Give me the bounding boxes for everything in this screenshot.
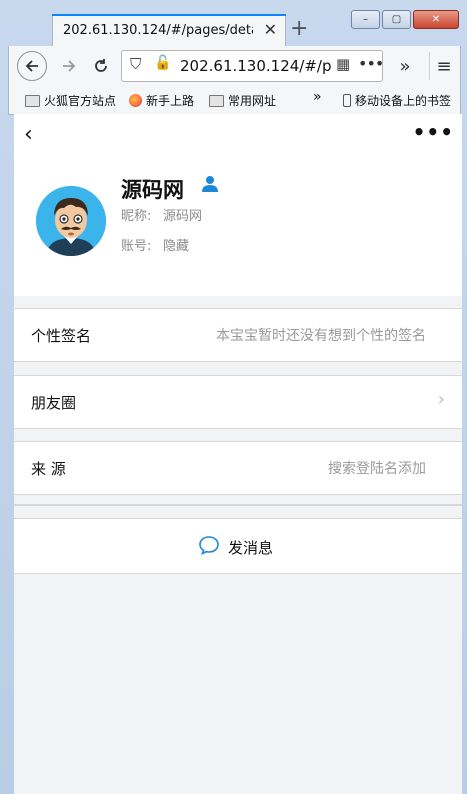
account-label: 账号: <box>121 239 152 254</box>
page-content: ‹ ••• 源码网 昵称: 源码网 账号: 隐藏 个性签名 本宝宝暂时还没有想到… <box>14 114 462 794</box>
tab-title: 202.61.130.124/#/pages/details/ <box>63 23 253 38</box>
hamburger-icon: ≡ <box>436 55 452 77</box>
tab-close-icon[interactable]: ✕ <box>264 20 277 39</box>
bookmark-item[interactable]: 新手上路 <box>129 92 194 109</box>
phone-icon <box>343 94 351 107</box>
mobile-bookmarks[interactable]: 移动设备上的书签 <box>343 92 451 109</box>
navigation-toolbar: ⛉ 🔓 202.61.130.124/#/pages/details ▦ •••… <box>8 46 461 86</box>
signature-label: 个性签名 <box>31 327 92 345</box>
window-controls: – ▢ ✕ <box>351 10 459 29</box>
nickname-value: 源码网 <box>163 209 203 224</box>
bookmark-item[interactable]: 常用网址 <box>209 92 276 109</box>
shield-icon[interactable]: ⛉ <box>130 55 141 73</box>
signature-row[interactable]: 个性签名 本宝宝暂时还没有想到个性的签名 <box>14 308 462 362</box>
url-text[interactable]: 202.61.130.124/#/pages/details <box>180 57 332 75</box>
divider <box>14 504 462 506</box>
qr-code-icon[interactable]: ▦ <box>336 55 350 73</box>
forward-button[interactable] <box>55 52 83 80</box>
nickname-label: 昵称: <box>121 209 152 224</box>
avatar[interactable] <box>36 186 106 256</box>
folder-icon <box>209 94 224 107</box>
source-value: 搜索登陆名添加 <box>328 461 426 477</box>
reload-icon <box>95 59 107 72</box>
user-icon <box>200 174 220 198</box>
back-arrow-icon <box>25 60 38 72</box>
maximize-button[interactable]: ▢ <box>382 10 411 29</box>
reload-button[interactable] <box>87 52 115 80</box>
new-tab-button[interactable]: + <box>290 16 308 41</box>
bookmark-label: 常用网址 <box>228 94 277 108</box>
firefox-icon <box>129 94 142 107</box>
bookmark-label: 移动设备上的书签 <box>355 94 452 108</box>
chat-bubble-icon <box>198 535 220 559</box>
bookmark-item[interactable]: 火狐官方站点 <box>25 92 116 109</box>
overflow-icon: » <box>399 55 411 77</box>
signature-value: 本宝宝暂时还没有想到个性的签名 <box>216 328 426 344</box>
avatar-illustration <box>36 186 106 256</box>
back-icon[interactable]: ‹ <box>24 122 33 147</box>
bookmarks-toolbar: 火狐官方站点 新手上路 常用网址 » 移动设备上的书签 <box>8 86 461 115</box>
browser-window: – ▢ ✕ 202.61.130.124/#/pages/details/ ✕ … <box>0 0 467 794</box>
bookmark-label: 火狐官方站点 <box>44 94 117 108</box>
bookmark-label: 新手上路 <box>146 94 195 108</box>
send-message-label: 发消息 <box>228 538 274 557</box>
page-actions-icon[interactable]: ••• <box>358 54 384 73</box>
chevron-right-icon: › <box>437 389 445 410</box>
send-message-button[interactable]: 发消息 <box>14 518 462 574</box>
account-value: 隐藏 <box>163 239 190 254</box>
bookmarks-overflow-button[interactable]: » <box>313 89 322 105</box>
source-row: 来 源 搜索登陆名添加 <box>14 441 462 495</box>
browser-tab[interactable]: 202.61.130.124/#/pages/details/ ✕ <box>52 14 286 47</box>
moments-label: 朋友圈 <box>31 394 77 412</box>
overflow-button[interactable]: » <box>391 52 419 80</box>
menu-button[interactable]: ≡ <box>429 52 458 80</box>
profile-name: 源码网 <box>121 178 184 202</box>
close-window-button[interactable]: ✕ <box>413 10 459 29</box>
back-button[interactable] <box>17 51 47 81</box>
tab-strip: 202.61.130.124/#/pages/details/ ✕ + <box>8 10 358 47</box>
forward-arrow-icon <box>63 60 76 72</box>
profile-header: ‹ ••• 源码网 昵称: 源码网 账号: 隐藏 <box>14 114 462 296</box>
more-options-icon[interactable]: ••• <box>413 120 454 144</box>
insecure-lock-icon[interactable]: 🔓 <box>154 55 171 71</box>
address-bar[interactable]: ⛉ 🔓 202.61.130.124/#/pages/details ▦ ••• <box>121 50 384 82</box>
moments-row[interactable]: 朋友圈 › <box>14 375 462 429</box>
source-label: 来 源 <box>31 460 66 478</box>
folder-icon <box>25 94 40 107</box>
